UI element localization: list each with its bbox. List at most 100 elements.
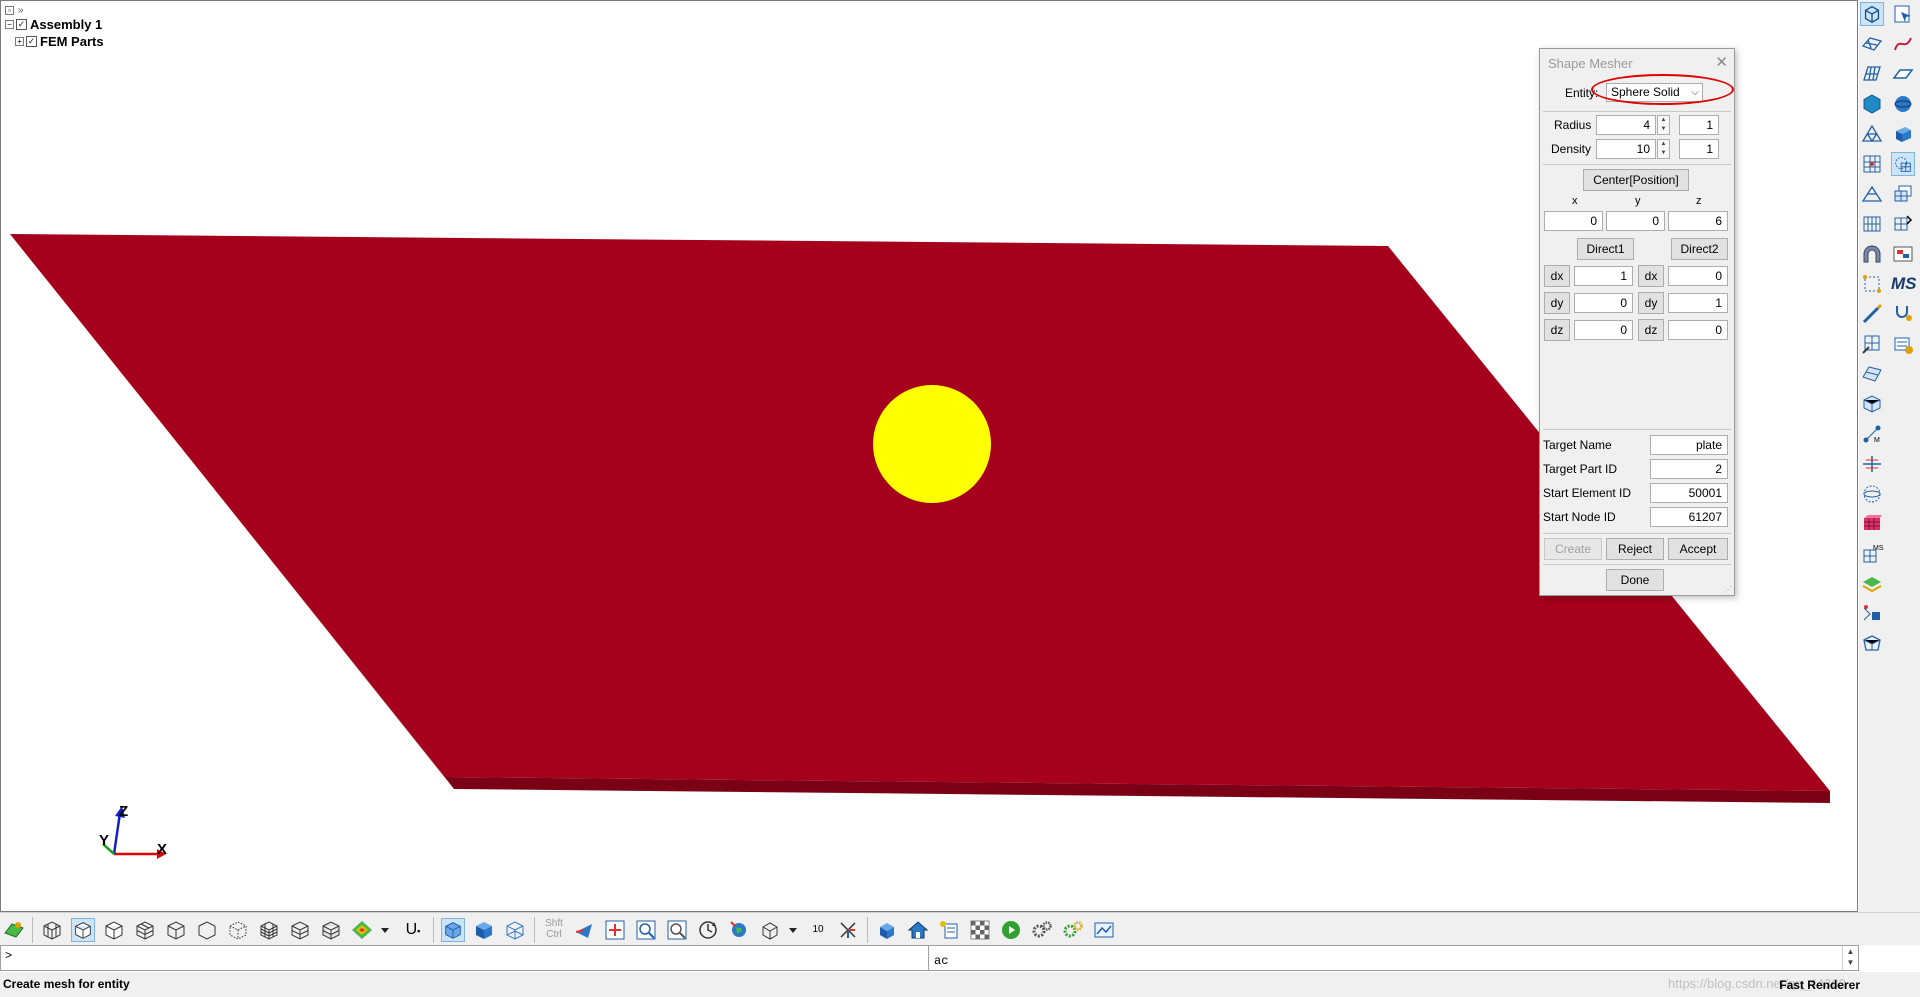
- surface-patch-icon[interactable]: [1860, 362, 1884, 386]
- start-node-input[interactable]: 61207: [1650, 507, 1728, 527]
- d1-dy-button[interactable]: dy: [1544, 292, 1570, 314]
- display-mode-icon[interactable]: [2, 918, 26, 942]
- node-move-icon[interactable]: [1860, 602, 1884, 626]
- start-element-input[interactable]: 50001: [1650, 483, 1728, 503]
- scroll-up-icon[interactable]: ▲: [1843, 946, 1858, 957]
- sphere-icon[interactable]: [1891, 92, 1915, 116]
- center-z-input[interactable]: 6: [1668, 211, 1728, 231]
- contour-layers-icon[interactable]: [1860, 572, 1884, 596]
- d1-dy-input[interactable]: 0: [1574, 293, 1633, 313]
- radius-input[interactable]: 4: [1596, 115, 1656, 135]
- stethoscope-icon[interactable]: [1891, 302, 1915, 326]
- feature-cube-icon[interactable]: [195, 918, 219, 942]
- mesh-surface-icon[interactable]: [1860, 32, 1884, 56]
- axis-toggle-icon[interactable]: [836, 918, 860, 942]
- d1-dz-input[interactable]: 0: [1574, 320, 1633, 340]
- green-gears-icon[interactable]: [1061, 918, 1085, 942]
- view-cube-icon[interactable]: [758, 918, 782, 942]
- d2-dx-button[interactable]: dx: [1638, 265, 1664, 287]
- edit-line-icon[interactable]: [1860, 302, 1884, 326]
- target-name-input[interactable]: plate: [1650, 435, 1728, 455]
- triangle-mesh-icon[interactable]: [1860, 182, 1884, 206]
- solid-cube-icon[interactable]: [472, 918, 496, 942]
- fringe-cube-icon[interactable]: [319, 918, 343, 942]
- globe-view-icon[interactable]: [727, 918, 751, 942]
- resize-grip-icon[interactable]: ⋰: [1724, 585, 1732, 594]
- checkbox-icon[interactable]: ✓: [16, 19, 27, 30]
- tree-item-fem-parts[interactable]: + ✓ FEM Parts: [5, 33, 104, 50]
- density-input[interactable]: 10: [1596, 139, 1656, 159]
- tree-collapse-icon[interactable]: ▫: [5, 5, 14, 15]
- screenshot-icon[interactable]: [1092, 918, 1116, 942]
- d2-dy-input[interactable]: 1: [1668, 293, 1728, 313]
- done-button[interactable]: Done: [1606, 569, 1664, 591]
- radius-spinner[interactable]: ▲ ▼: [1657, 115, 1670, 135]
- pick-arrow-icon[interactable]: [572, 918, 596, 942]
- shape-mesher-icon[interactable]: [1891, 152, 1915, 176]
- plane-icon[interactable]: [1891, 62, 1915, 86]
- accept-button[interactable]: Accept: [1668, 538, 1728, 560]
- d2-dx-input[interactable]: 0: [1668, 266, 1728, 286]
- command-scrollbar[interactable]: ▲ ▼: [1842, 946, 1858, 970]
- gears-icon[interactable]: [1030, 918, 1054, 942]
- node-points-icon[interactable]: [1860, 272, 1884, 296]
- dropdown-arrow-icon[interactable]: [786, 918, 800, 942]
- curve-icon[interactable]: [1891, 32, 1915, 56]
- contour-plot-icon[interactable]: [350, 918, 374, 942]
- tree-expand-icon[interactable]: +: [15, 37, 24, 46]
- tree-item-assembly[interactable]: − ✓ Assembly 1: [5, 16, 104, 33]
- d2-dz-button[interactable]: dz: [1638, 319, 1664, 341]
- wireframe-cube-icon[interactable]: [40, 918, 64, 942]
- dotted-cube-icon[interactable]: [226, 918, 250, 942]
- rotate-icon[interactable]: [696, 918, 720, 942]
- d1-dz-button[interactable]: dz: [1544, 319, 1570, 341]
- d2-dz-input[interactable]: 0: [1668, 320, 1728, 340]
- solid-hex-icon[interactable]: [1860, 92, 1884, 116]
- arch-mesh-icon[interactable]: [1860, 242, 1884, 266]
- color-blocks-icon[interactable]: [1860, 512, 1884, 536]
- hidden-line-cube-icon[interactable]: [102, 918, 126, 942]
- dropdown-arrow-icon[interactable]: [378, 918, 392, 942]
- density-spinner[interactable]: ▲ ▼: [1657, 139, 1670, 159]
- warp-surface-icon[interactable]: [1860, 632, 1884, 656]
- perspective-cube-icon[interactable]: [441, 918, 465, 942]
- blue-box-icon[interactable]: [875, 918, 899, 942]
- zoom-window-icon[interactable]: [603, 918, 627, 942]
- scroll-down-icon[interactable]: ▼: [1843, 957, 1858, 968]
- d1-dx-button[interactable]: dx: [1544, 265, 1570, 287]
- ms-mesh-icon[interactable]: MS: [1860, 542, 1884, 566]
- center-position-button[interactable]: Center[Position]: [1583, 169, 1689, 191]
- direct2-button[interactable]: Direct2: [1671, 238, 1728, 260]
- command-input[interactable]: >: [1, 946, 929, 970]
- element-grid-icon[interactable]: [1860, 152, 1884, 176]
- scale-value[interactable]: 10: [806, 918, 830, 942]
- ms-icon[interactable]: MS: [1891, 272, 1917, 296]
- graphics-viewport[interactable]: X Y Z ▫ » − ✓ Assembly 1 + ✓ FEM Parts S…: [0, 0, 1858, 912]
- tree-collapse-icon[interactable]: −: [5, 20, 14, 29]
- radius-step-input[interactable]: 1: [1679, 115, 1719, 135]
- tet-mesh-icon[interactable]: [1860, 122, 1884, 146]
- mesh-cube-icon[interactable]: [133, 918, 157, 942]
- d1-dx-input[interactable]: 1: [1574, 266, 1633, 286]
- node-connect-icon[interactable]: M: [1860, 422, 1884, 446]
- checkbox-icon[interactable]: ✓: [26, 36, 37, 47]
- create-button[interactable]: Create: [1544, 538, 1602, 560]
- cube-wireframe-icon[interactable]: [1860, 2, 1884, 26]
- sphere-mesh-icon[interactable]: [1860, 482, 1884, 506]
- shell-mesh-icon[interactable]: [1860, 392, 1884, 416]
- outline-cube-icon[interactable]: [164, 918, 188, 942]
- element-cube-icon[interactable]: [288, 918, 312, 942]
- shaded-cube-icon[interactable]: [71, 918, 95, 942]
- u-button[interactable]: U▪: [400, 918, 426, 942]
- center-y-input[interactable]: 0: [1606, 211, 1665, 231]
- home-view-icon[interactable]: [906, 918, 930, 942]
- mesh-grid-icon[interactable]: [1860, 62, 1884, 86]
- zoom-in-icon[interactable]: [634, 918, 658, 942]
- quad-mesh-icon[interactable]: [1860, 212, 1884, 236]
- mesh-refine-icon[interactable]: [1860, 332, 1884, 356]
- dense-mesh-cube-icon[interactable]: [257, 918, 281, 942]
- direct1-button[interactable]: Direct1: [1577, 238, 1634, 260]
- select-export-icon[interactable]: [1891, 2, 1915, 26]
- reject-button[interactable]: Reject: [1606, 538, 1664, 560]
- transform-mesh-icon[interactable]: [1891, 212, 1915, 236]
